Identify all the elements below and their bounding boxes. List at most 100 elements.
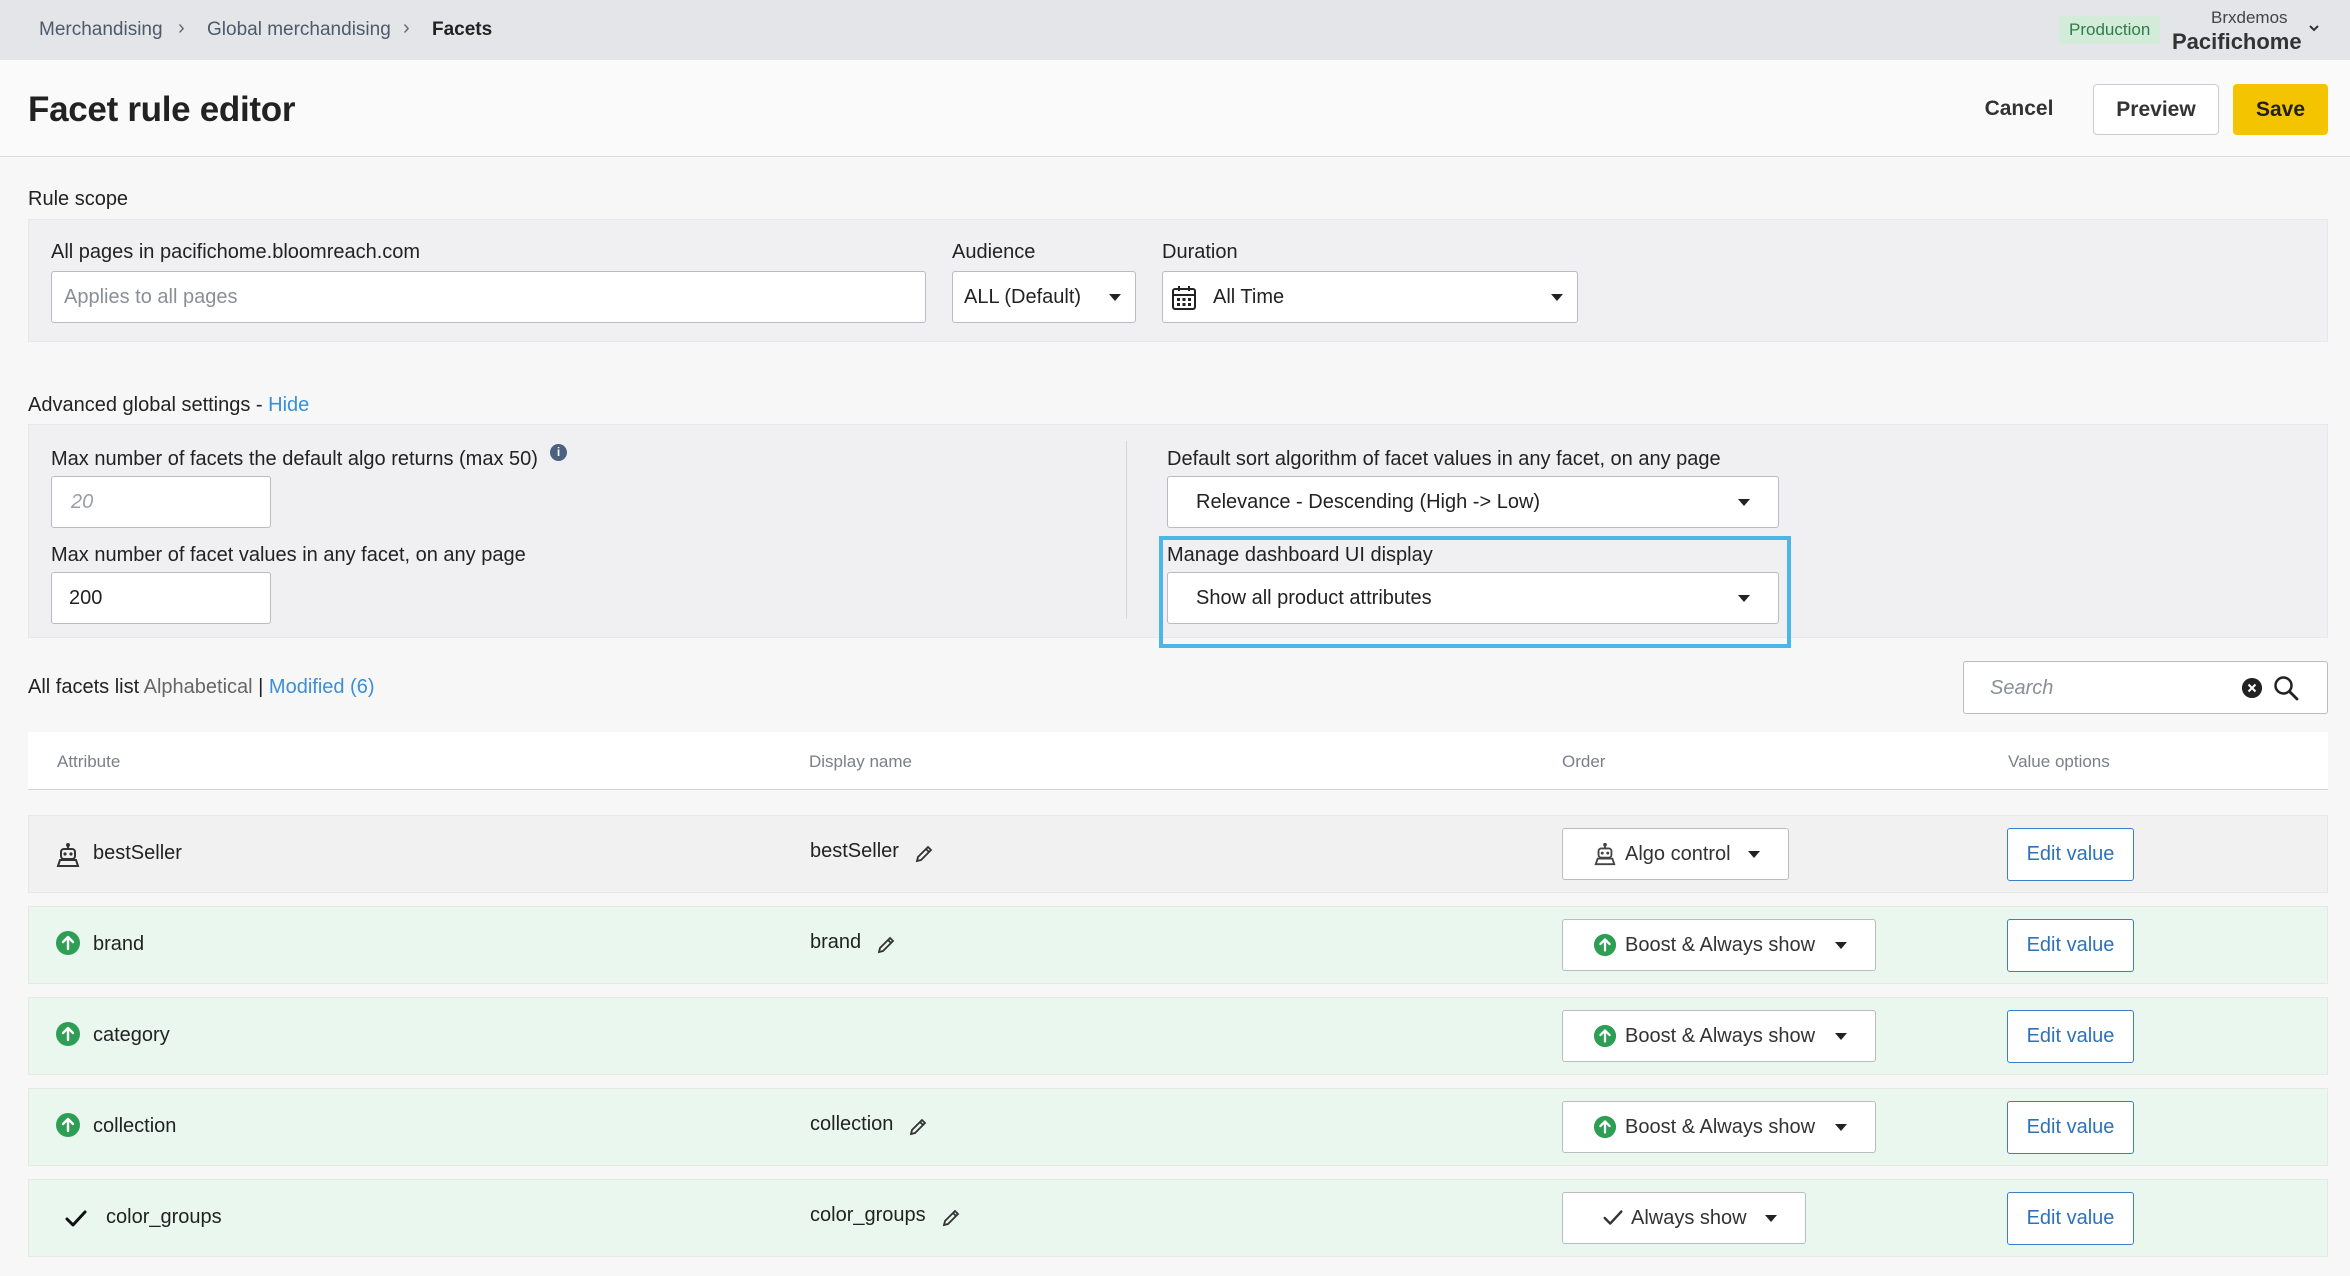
- breadcrumb-separator: ›: [178, 17, 185, 39]
- table-row: brand brand Boost & Always show Edit val…: [28, 906, 2328, 984]
- order-select[interactable]: Boost & Always show: [1562, 1010, 1876, 1062]
- ui-display-label: Manage dashboard UI display: [1167, 544, 1433, 566]
- pages-input[interactable]: Applies to all pages: [51, 271, 926, 323]
- calendar-icon: [1172, 286, 1196, 310]
- attribute-name: collection: [93, 1115, 177, 1137]
- search-icon[interactable]: [2272, 674, 2300, 702]
- sort-modified-link[interactable]: Modified (6): [269, 676, 375, 698]
- duration-value: All Time: [1213, 286, 1285, 308]
- search-placeholder: Search: [1990, 677, 2054, 699]
- attribute-name: color_groups: [106, 1206, 222, 1228]
- boost-up-icon: [1593, 1115, 1617, 1139]
- environment-badge: Production: [2059, 16, 2161, 44]
- edit-value-button[interactable]: Edit value: [2007, 1101, 2134, 1154]
- order-select[interactable]: Always show: [1562, 1192, 1806, 1244]
- sort-algorithm-select[interactable]: Relevance - Descending (High -> Low): [1167, 476, 1779, 528]
- table-header: Attribute Display name Order Value optio…: [28, 732, 2328, 790]
- order-value: Always show: [1631, 1207, 1747, 1229]
- display-name: collection: [810, 1113, 894, 1135]
- max-values-value: 200: [69, 586, 103, 609]
- advanced-settings-title: Advanced global settings - Hide: [28, 394, 310, 416]
- rule-scope-title: Rule scope: [28, 188, 129, 210]
- audience-select[interactable]: ALL (Default): [952, 271, 1136, 323]
- table-row: collection collection Boost & Always sho…: [28, 1088, 2328, 1166]
- breadcrumb-global-merchandising[interactable]: Global merchandising: [207, 19, 391, 41]
- max-values-input[interactable]: 200: [51, 572, 271, 624]
- edit-value-button[interactable]: Edit value: [2007, 1010, 2134, 1063]
- breadcrumb-separator: ›: [403, 17, 410, 39]
- audience-label: Audience: [952, 241, 1036, 263]
- info-icon[interactable]: i: [550, 444, 567, 461]
- pencil-icon[interactable]: [908, 1117, 928, 1137]
- sort-alphabetical[interactable]: Alphabetical: [144, 676, 253, 698]
- order-value: Boost & Always show: [1625, 1025, 1816, 1047]
- pencil-icon[interactable]: [876, 935, 896, 955]
- robot-icon: [56, 843, 80, 867]
- preview-button[interactable]: Preview: [2093, 84, 2219, 135]
- audience-value: ALL (Default): [964, 285, 1082, 308]
- pages-label: All pages in pacifichome.bloomreach.com: [51, 241, 421, 263]
- order-value: Boost & Always show: [1625, 934, 1816, 956]
- hide-advanced-link[interactable]: Hide: [268, 394, 309, 416]
- table-row: bestSeller bestSeller Algo control Edit …: [28, 815, 2328, 893]
- order-select[interactable]: Algo control: [1562, 828, 1789, 880]
- attribute-name: category: [93, 1024, 170, 1046]
- edit-value-button[interactable]: Edit value: [2007, 1192, 2134, 1245]
- order-select[interactable]: Boost & Always show: [1562, 1101, 1876, 1153]
- boost-up-icon: [56, 931, 80, 955]
- facet-search-input[interactable]: Search: [1963, 661, 2328, 714]
- max-facets-input[interactable]: 20: [51, 476, 271, 528]
- display-name: brand: [810, 931, 862, 953]
- table-row: color_groups color_groups Always show Ed…: [28, 1179, 2328, 1257]
- order-value: Boost & Always show: [1625, 1116, 1816, 1138]
- attribute-name: bestSeller: [93, 842, 182, 864]
- ui-display-select[interactable]: Show all product attributes: [1167, 572, 1779, 624]
- check-icon: [1603, 1210, 1623, 1225]
- cancel-button[interactable]: Cancel: [1960, 84, 2078, 134]
- caret-down-icon: [1765, 1215, 1777, 1222]
- top-bar: Merchandising › Global merchandising › F…: [0, 0, 2350, 60]
- facets-list-title: All facets list Alphabetical | Modified …: [28, 676, 375, 698]
- edit-value-button[interactable]: Edit value: [2007, 828, 2134, 881]
- caret-down-icon: [1835, 942, 1847, 949]
- boost-up-icon: [56, 1022, 80, 1046]
- caret-down-icon: [1835, 1033, 1847, 1040]
- robot-icon: [1594, 842, 1616, 866]
- caret-down-icon: [1109, 294, 1121, 301]
- boost-up-icon: [56, 1113, 80, 1137]
- display-name: bestSeller: [810, 840, 899, 862]
- column-order: Order: [1562, 752, 1606, 771]
- duration-label: Duration: [1162, 241, 1238, 263]
- caret-down-icon: [1551, 294, 1563, 301]
- duration-select[interactable]: All Time: [1162, 271, 1578, 323]
- settings-divider: [1126, 441, 1127, 619]
- clear-icon[interactable]: [2242, 678, 2262, 698]
- save-button[interactable]: Save: [2233, 84, 2328, 135]
- pencil-icon[interactable]: [914, 844, 934, 864]
- boost-up-icon: [1593, 933, 1617, 957]
- sort-algorithm-label: Default sort algorithm of facet values i…: [1167, 448, 1721, 470]
- max-facets-label: Max number of facets the default algo re…: [51, 448, 538, 470]
- edit-value-button[interactable]: Edit value: [2007, 919, 2134, 972]
- sort-algorithm-value: Relevance - Descending (High -> Low): [1196, 490, 1541, 513]
- display-name: color_groups: [810, 1204, 926, 1226]
- org-name[interactable]: Brxdemos: [2211, 8, 2288, 28]
- ui-display-value: Show all product attributes: [1196, 586, 1432, 609]
- column-attribute: Attribute: [57, 752, 121, 771]
- site-name[interactable]: Pacifichome: [2172, 29, 2302, 55]
- pages-placeholder: Applies to all pages: [64, 285, 238, 308]
- caret-down-icon: [1748, 851, 1760, 858]
- breadcrumb-facets: Facets: [432, 19, 493, 40]
- caret-down-icon: [1835, 1124, 1847, 1131]
- table-row: category Boost & Always show Edit value: [28, 997, 2328, 1075]
- breadcrumb-merchandising[interactable]: Merchandising: [39, 19, 163, 41]
- max-facets-placeholder: 20: [71, 490, 94, 513]
- page-title: Facet rule editor: [28, 90, 296, 129]
- caret-down-icon: [1738, 595, 1750, 602]
- order-value: Algo control: [1625, 843, 1731, 865]
- chevron-down-icon[interactable]: [2308, 22, 2320, 34]
- boost-up-icon: [1593, 1024, 1617, 1048]
- column-display-name: Display name: [809, 752, 912, 771]
- order-select[interactable]: Boost & Always show: [1562, 919, 1876, 971]
- pencil-icon[interactable]: [941, 1208, 961, 1228]
